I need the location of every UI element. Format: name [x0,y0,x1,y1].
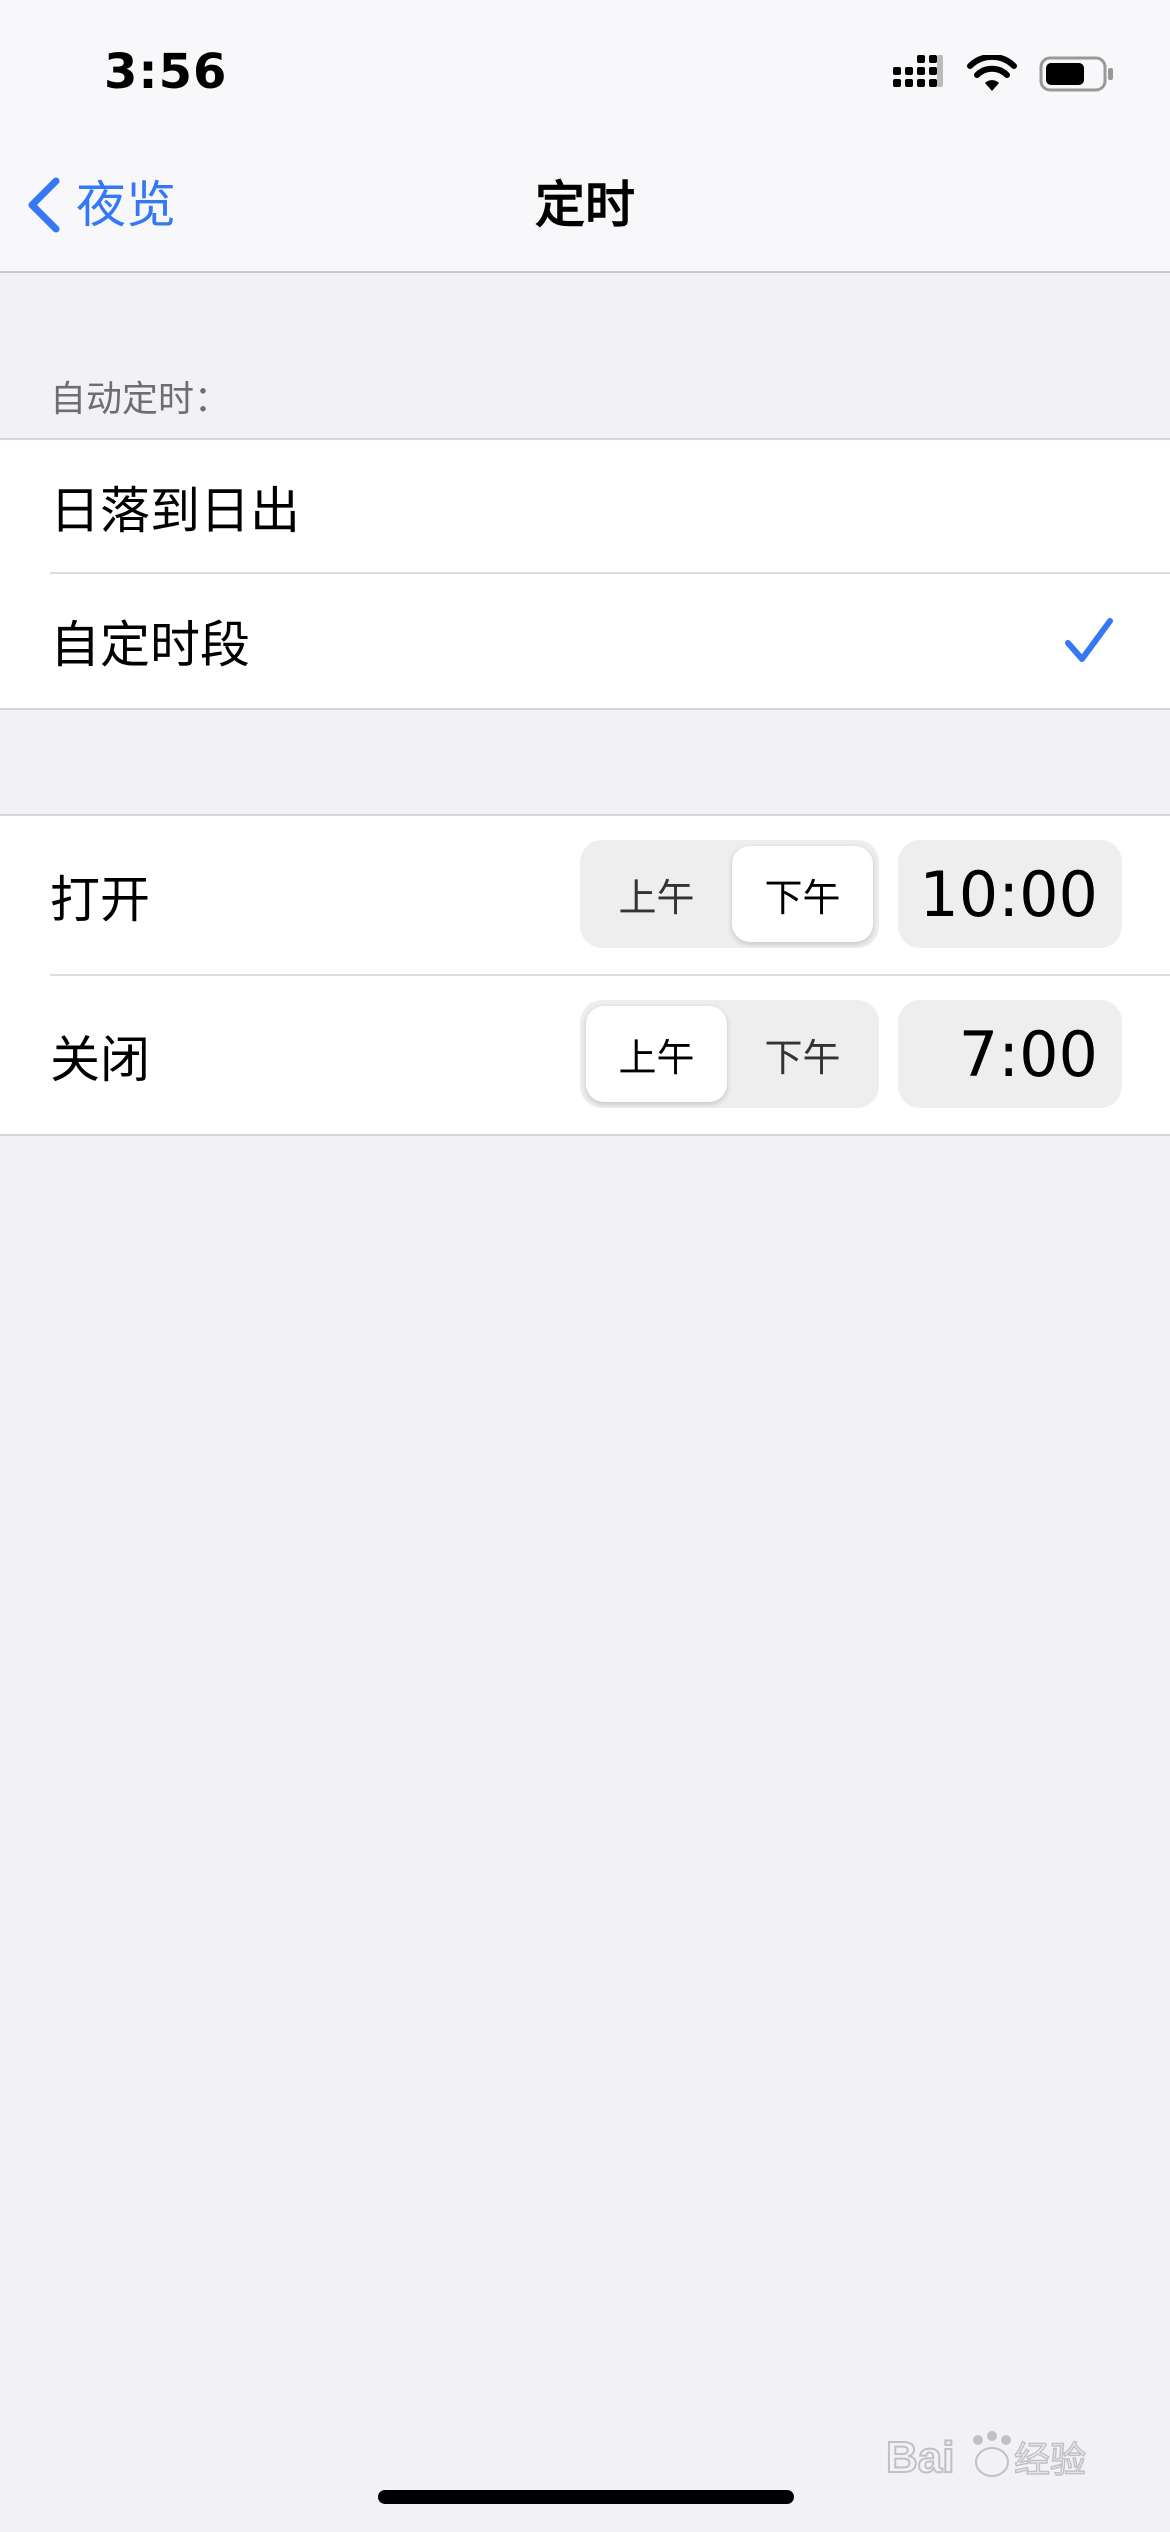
turn-on-am-segment[interactable]: 上午 [586,846,727,942]
turn-off-row: 关闭 上午 下午 7:00 [0,976,1170,1136]
section-header-auto-schedule: 自动定时： [50,379,231,420]
turn-off-period-control[interactable]: 上午 下午 [580,1000,879,1108]
baidu-paw-logo-icon: Bai 经验 [886,2431,1087,2483]
turn-off-time-field[interactable]: 7:00 [898,1000,1122,1108]
schedule-time-list: 打开 上午 下午 10:00 关闭 上午 下午 7:00 [0,814,1170,1136]
turn-off-am-segment[interactable]: 上午 [586,1006,727,1102]
watermark-logo: Bai 经验 [886,2426,1106,2486]
turn-on-time-field[interactable]: 10:00 [898,840,1122,948]
battery-icon [1039,56,1113,92]
home-indicator[interactable] [378,2490,794,2504]
svg-text:经验: 经验 [1014,2439,1086,2480]
turn-on-row: 打开 上午 下午 10:00 [0,816,1170,975]
turn-off-label: 关闭 [50,1031,150,1089]
option-custom-schedule[interactable]: 自定时段 [0,574,1170,708]
navigation-bar: 夜览 定时 [0,135,1170,273]
status-icons [893,52,1115,96]
turn-off-pm-segment[interactable]: 下午 [732,1006,873,1102]
turn-on-label: 打开 [50,870,150,929]
wifi-icon [967,55,1017,91]
turn-on-period-control[interactable]: 上午 下午 [580,840,879,948]
status-time: 3:56 [104,44,228,100]
option-label: 日落到日出 [50,482,300,540]
page-title: 定时 [535,176,635,234]
cellular-signal-icon [893,55,943,87]
auto-schedule-list: 日落到日出 自定时段 [0,438,1170,710]
option-label: 自定时段 [50,616,250,674]
turn-on-pm-segment[interactable]: 下午 [732,846,873,942]
checkmark-icon [1065,618,1113,662]
svg-text:Bai: Bai [886,2433,954,2482]
status-bar: 3:56 [0,0,1170,135]
option-sunset-to-sunrise[interactable]: 日落到日出 [0,440,1170,574]
